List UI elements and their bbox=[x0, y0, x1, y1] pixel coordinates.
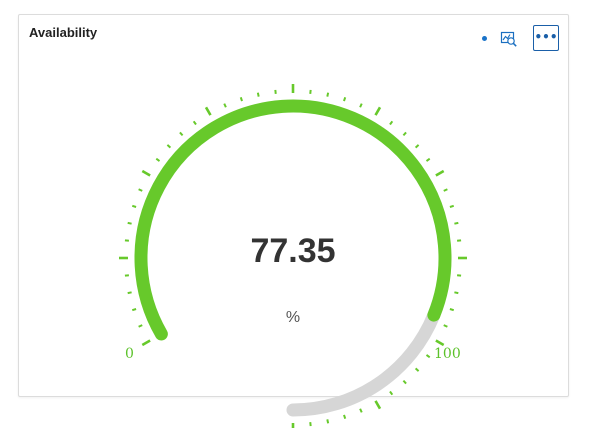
gauge-minor-tick bbox=[443, 188, 448, 192]
gauge-minor-tick bbox=[389, 390, 394, 396]
gauge-minor-tick bbox=[359, 408, 363, 413]
gauge-minor-tick bbox=[454, 291, 459, 295]
gauge-minor-tick bbox=[402, 131, 407, 137]
gauge-minor-tick bbox=[414, 367, 420, 372]
gauge-value: 77.35 bbox=[250, 232, 336, 270]
availability-gauge bbox=[119, 84, 467, 428]
gauge-minor-tick bbox=[179, 131, 184, 137]
gauge-minor-tick bbox=[389, 120, 394, 126]
gauge-minor-tick bbox=[425, 354, 431, 359]
gauge-major-tick bbox=[374, 400, 382, 410]
gauge-major-tick bbox=[374, 106, 382, 116]
gauge-minor-tick bbox=[359, 103, 363, 108]
gauge-minor-tick bbox=[138, 188, 143, 192]
gauge-major-tick bbox=[435, 339, 445, 347]
gauge-minor-tick bbox=[414, 144, 420, 149]
gauge-minor-tick bbox=[326, 92, 330, 97]
gauge-track bbox=[286, 308, 441, 417]
gauge-minor-tick bbox=[454, 221, 459, 225]
gauge-minor-tick bbox=[131, 204, 137, 208]
gauge-major-tick bbox=[435, 169, 445, 177]
gauge-major-tick bbox=[141, 169, 151, 177]
gauge-minor-tick bbox=[343, 414, 347, 420]
gauge-minor-tick bbox=[166, 144, 172, 149]
gauge-major-tick bbox=[204, 106, 212, 116]
gauge-minor-tick bbox=[449, 204, 455, 208]
gauge-minor-tick bbox=[192, 120, 197, 126]
gauge-minor-tick bbox=[443, 324, 448, 328]
gauge-minor-tick bbox=[326, 419, 330, 424]
gauge-minor-tick bbox=[155, 157, 161, 162]
gauge-fill-arc bbox=[134, 99, 452, 341]
gauge-minor-tick bbox=[256, 92, 260, 97]
gauge-max-label: 100 bbox=[434, 346, 461, 362]
gauge-minor-tick bbox=[425, 157, 431, 162]
gauge-minor-tick bbox=[223, 103, 227, 108]
gauge-minor-tick bbox=[239, 96, 243, 102]
gauge-minor-tick bbox=[343, 96, 347, 102]
gauge-unit: % bbox=[285, 309, 301, 326]
gauge-minor-tick bbox=[127, 221, 132, 225]
gauge-major-tick bbox=[141, 339, 151, 347]
gauge-minor-tick bbox=[127, 291, 132, 295]
gauge-minor-tick bbox=[449, 308, 455, 312]
gauge-minor-tick bbox=[138, 324, 143, 328]
gauge-min-label: 0 bbox=[125, 346, 134, 362]
gauge-minor-tick bbox=[402, 379, 407, 385]
gauge-minor-tick bbox=[131, 308, 137, 312]
